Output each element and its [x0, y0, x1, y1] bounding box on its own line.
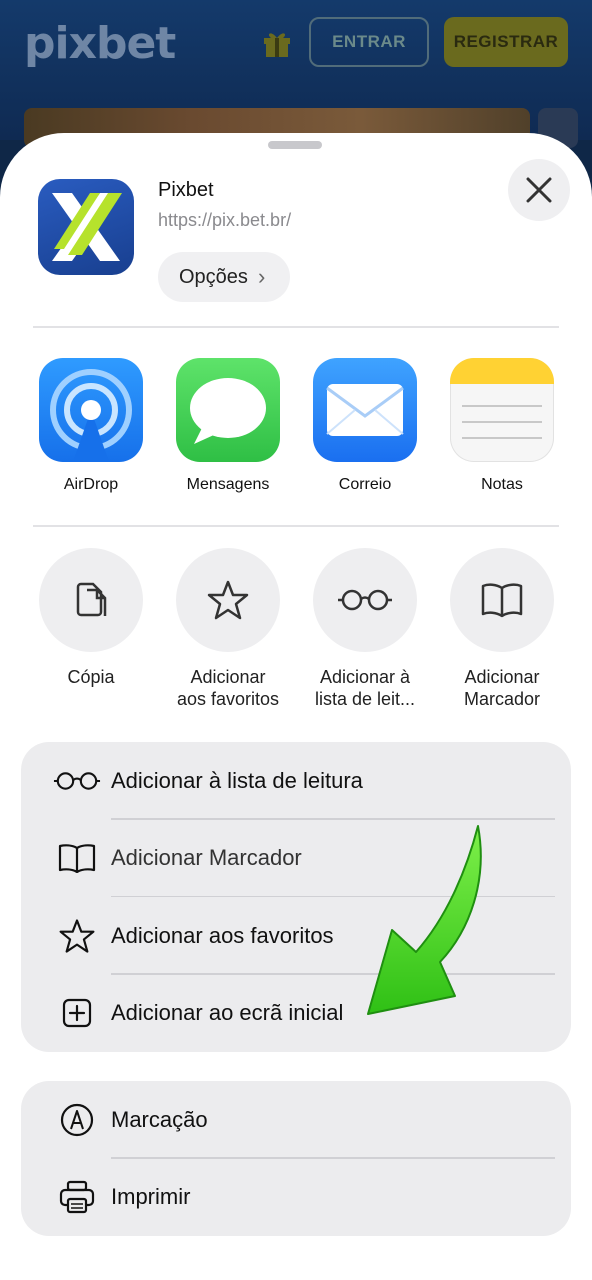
- annotation-arrow-icon: [367, 825, 482, 1015]
